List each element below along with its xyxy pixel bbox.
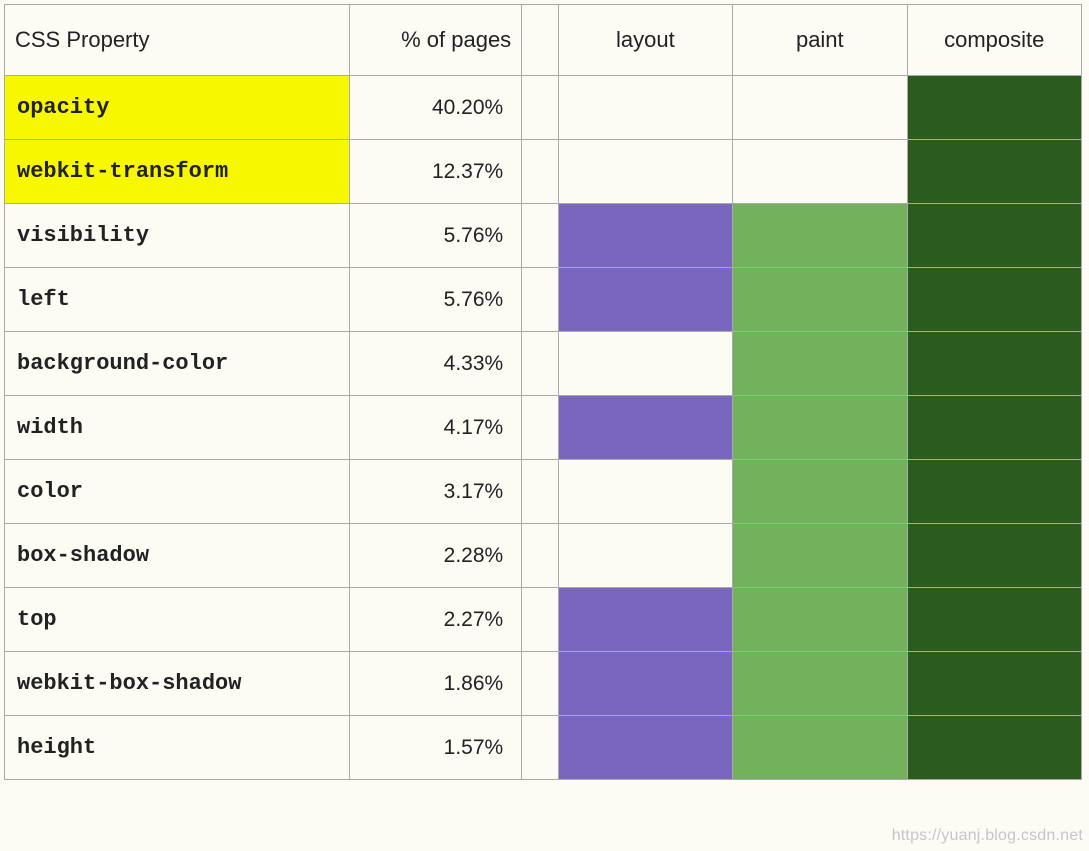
cell-composite	[907, 460, 1081, 524]
cell-paint	[733, 652, 907, 716]
cell-property: webkit-box-shadow	[5, 652, 350, 716]
cell-paint	[733, 76, 907, 140]
table-row: box-shadow2.28%	[5, 524, 1082, 588]
cell-percent: 12.37%	[349, 140, 521, 204]
cell-paint	[733, 524, 907, 588]
cell-spacer	[522, 524, 559, 588]
cell-composite	[907, 588, 1081, 652]
table-row: width4.17%	[5, 396, 1082, 460]
cell-paint	[733, 716, 907, 780]
cell-spacer	[522, 652, 559, 716]
cell-percent: 40.20%	[349, 76, 521, 140]
cell-property: width	[5, 396, 350, 460]
table-row: webkit-transform12.37%	[5, 140, 1082, 204]
table-row: left5.76%	[5, 268, 1082, 332]
cell-layout	[558, 140, 732, 204]
table-row: top2.27%	[5, 588, 1082, 652]
table-row: webkit-box-shadow1.86%	[5, 652, 1082, 716]
cell-composite	[907, 204, 1081, 268]
cell-paint	[733, 268, 907, 332]
cell-spacer	[522, 268, 559, 332]
table-row: height1.57%	[5, 716, 1082, 780]
css-perf-table: CSS Property % of pages layout paint com…	[4, 4, 1082, 780]
cell-spacer	[522, 204, 559, 268]
cell-composite	[907, 716, 1081, 780]
cell-property: background-color	[5, 332, 350, 396]
cell-spacer	[522, 588, 559, 652]
cell-percent: 1.86%	[349, 652, 521, 716]
cell-paint	[733, 332, 907, 396]
cell-composite	[907, 396, 1081, 460]
cell-percent: 5.76%	[349, 268, 521, 332]
cell-property: top	[5, 588, 350, 652]
cell-composite	[907, 140, 1081, 204]
cell-composite	[907, 76, 1081, 140]
css-perf-table-container: CSS Property % of pages layout paint com…	[4, 4, 1082, 780]
table-row: background-color4.33%	[5, 332, 1082, 396]
cell-paint	[733, 396, 907, 460]
header-property: CSS Property	[5, 5, 350, 76]
cell-percent: 1.57%	[349, 716, 521, 780]
header-percent: % of pages	[349, 5, 521, 76]
cell-spacer	[522, 140, 559, 204]
cell-spacer	[522, 76, 559, 140]
cell-percent: 2.27%	[349, 588, 521, 652]
cell-paint	[733, 460, 907, 524]
table-header-row: CSS Property % of pages layout paint com…	[5, 5, 1082, 76]
table-row: opacity40.20%	[5, 76, 1082, 140]
cell-layout	[558, 268, 732, 332]
cell-paint	[733, 588, 907, 652]
cell-percent: 3.17%	[349, 460, 521, 524]
table-row: color3.17%	[5, 460, 1082, 524]
cell-spacer	[522, 716, 559, 780]
cell-spacer	[522, 332, 559, 396]
cell-spacer	[522, 460, 559, 524]
cell-percent: 2.28%	[349, 524, 521, 588]
cell-property: color	[5, 460, 350, 524]
cell-layout	[558, 396, 732, 460]
cell-property: height	[5, 716, 350, 780]
cell-property: visibility	[5, 204, 350, 268]
cell-percent: 4.33%	[349, 332, 521, 396]
cell-layout	[558, 460, 732, 524]
table-row: visibility5.76%	[5, 204, 1082, 268]
table-body: opacity40.20%webkit-transform12.37%visib…	[5, 76, 1082, 780]
cell-property: left	[5, 268, 350, 332]
header-layout: layout	[558, 5, 732, 76]
cell-composite	[907, 268, 1081, 332]
cell-paint	[733, 204, 907, 268]
cell-composite	[907, 652, 1081, 716]
cell-layout	[558, 652, 732, 716]
header-composite: composite	[907, 5, 1081, 76]
cell-composite	[907, 524, 1081, 588]
cell-layout	[558, 204, 732, 268]
watermark: https://yuanj.blog.csdn.net	[892, 827, 1083, 845]
cell-property: opacity	[5, 76, 350, 140]
cell-property: box-shadow	[5, 524, 350, 588]
cell-paint	[733, 140, 907, 204]
cell-percent: 4.17%	[349, 396, 521, 460]
cell-layout	[558, 332, 732, 396]
cell-layout	[558, 524, 732, 588]
cell-spacer	[522, 396, 559, 460]
cell-layout	[558, 588, 732, 652]
header-spacer	[522, 5, 559, 76]
header-paint: paint	[733, 5, 907, 76]
cell-percent: 5.76%	[349, 204, 521, 268]
cell-property: webkit-transform	[5, 140, 350, 204]
cell-composite	[907, 332, 1081, 396]
cell-layout	[558, 76, 732, 140]
cell-layout	[558, 716, 732, 780]
